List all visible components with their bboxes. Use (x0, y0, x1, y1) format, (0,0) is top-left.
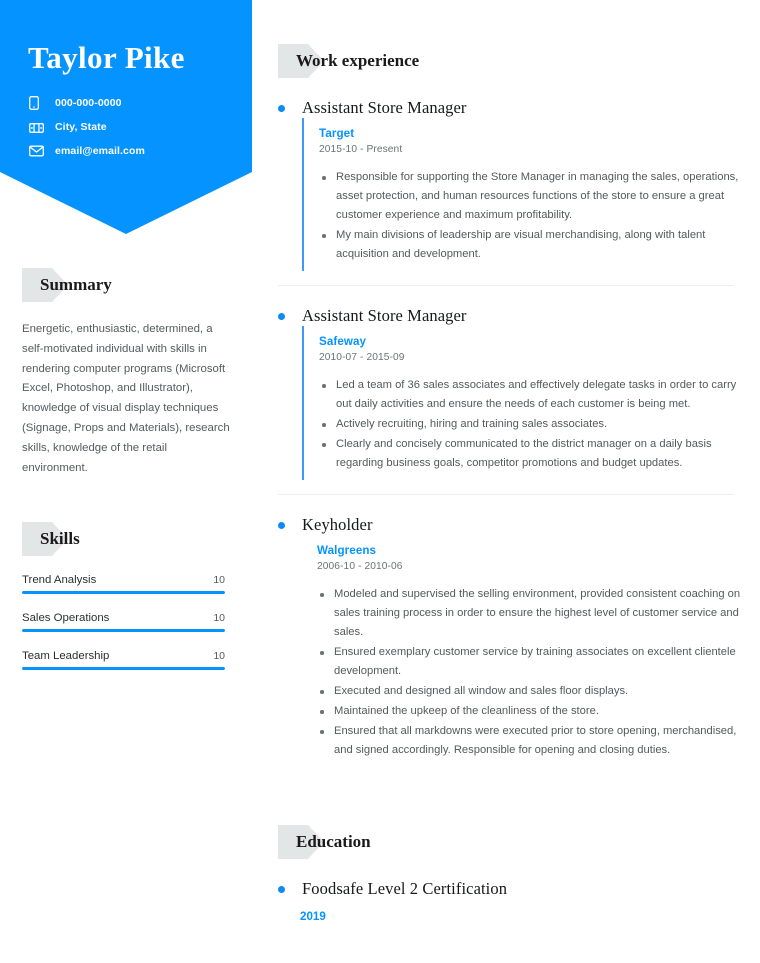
work-entry-body: Safeway 2010-07 - 2015-09 Led a team of … (302, 326, 746, 480)
phone-text: 000-000-0000 (55, 97, 122, 109)
bullet-icon (278, 521, 285, 529)
contact-row-email[interactable]: email@email.com (29, 140, 239, 162)
work-entry-point: My main divisions of leadership are visu… (319, 226, 746, 264)
skill-bar-track (22, 667, 225, 670)
work-entry-title-row: Assistant Store Manager (278, 98, 746, 118)
summary-text: Energetic, enthusiastic, determined, a s… (22, 323, 230, 474)
bullet-icon (278, 312, 285, 320)
work-entry-points: Responsible for supporting the Store Man… (319, 168, 746, 264)
work-entry-date: 2015-10 - Present (319, 144, 403, 155)
work-entry-point: Ensured that all markdowns were executed… (317, 722, 746, 760)
work-entry-body: Walgreens 2006-10 - 2010-06 Modeled and … (302, 535, 746, 767)
skill-item: Trend Analysis 10 (22, 574, 225, 594)
work-entry-company: Walgreens (317, 544, 377, 557)
entry-divider (278, 494, 734, 495)
work-entry-title: Keyholder (302, 515, 373, 534)
skills-heading-tag: Skills (22, 522, 80, 556)
email-icon (29, 144, 46, 158)
work-entry: Keyholder Walgreens 2006-10 - 2010-06 Mo… (278, 515, 760, 767)
summary-heading-label: Summary (40, 275, 112, 294)
work-entry: Assistant Store Manager Target 2015-10 -… (278, 98, 760, 271)
work-entry-point: Modeled and supervised the selling envir… (317, 585, 746, 642)
work-entry-point: Ensured exemplary customer service by tr… (317, 643, 746, 681)
contact-row-phone[interactable]: 000-000-0000 (29, 92, 239, 114)
location-icon (29, 120, 46, 134)
work-entry-date: 2010-07 - 2015-09 (319, 352, 405, 363)
candidate-name: Taylor Pike (28, 40, 185, 75)
skill-name: Trend Analysis (22, 574, 97, 586)
skills-heading-label: Skills (40, 529, 80, 548)
work-entry-points: Led a team of 36 sales associates and ef… (319, 376, 746, 473)
education-section: Education Foodsafe Level 2 Certification… (252, 825, 760, 923)
skill-bar-fill (22, 591, 225, 594)
skill-row: Sales Operations 10 (22, 612, 225, 624)
work-entry-title-row: Keyholder (278, 515, 746, 535)
entry-divider (278, 285, 734, 286)
resume-page: Taylor Pike 000-000-0000 City, State ema… (0, 0, 760, 963)
education-entry: Foodsafe Level 2 Certification (278, 879, 760, 899)
summary-heading-tag: Summary (22, 268, 112, 302)
education-heading-label: Education (296, 832, 371, 851)
work-entry-point: Executed and designed all window and sal… (317, 682, 746, 701)
education-entry-title-row: Foodsafe Level 2 Certification (278, 879, 746, 899)
work-entry-title-row: Assistant Store Manager (278, 306, 746, 326)
contact-list: 000-000-0000 City, State email@email.com (29, 92, 239, 164)
education-entry-title: Foodsafe Level 2 Certification (302, 879, 508, 898)
skill-bar-fill (22, 629, 225, 632)
phone-icon (29, 96, 46, 110)
work-entry-title: Assistant Store Manager (302, 306, 467, 325)
work-entry-point: Maintained the upkeep of the cleanliness… (317, 702, 746, 721)
work-entry: Assistant Store Manager Safeway 2010-07 … (278, 306, 760, 480)
work-entry-point: Clearly and concisely communicated to th… (319, 435, 746, 473)
work-entry-point: Actively recruiting, hiring and training… (319, 415, 746, 434)
work-entry-title: Assistant Store Manager (302, 98, 467, 117)
work-entry-company: Target (319, 127, 355, 140)
skill-name: Team Leadership (22, 650, 110, 662)
skill-score: 10 (213, 612, 225, 624)
skill-name: Sales Operations (22, 612, 110, 624)
skill-row: Team Leadership 10 (22, 650, 225, 662)
work-entry-point: Responsible for supporting the Store Man… (319, 168, 746, 225)
main-content: Work experience Assistant Store Manager … (252, 0, 760, 963)
skill-bar-fill (22, 667, 225, 670)
work-entry-company: Safeway (319, 335, 367, 348)
skill-row: Trend Analysis 10 (22, 574, 225, 586)
work-experience-section: Work experience Assistant Store Manager … (252, 0, 760, 767)
skill-score: 10 (213, 574, 225, 586)
bullet-icon (278, 885, 285, 893)
skill-score: 10 (213, 650, 225, 662)
work-entry-body: Target 2015-10 - Present Responsible for… (302, 118, 746, 271)
email-text: email@email.com (55, 145, 145, 157)
work-heading-tag: Work experience (278, 44, 760, 78)
skill-item: Team Leadership 10 (22, 650, 225, 670)
work-entry-points: Modeled and supervised the selling envir… (317, 585, 746, 760)
education-heading-tag: Education (278, 825, 760, 859)
skills-section: Skills Trend Analysis 10 Sales Operation… (22, 522, 225, 670)
skill-bar-track (22, 591, 225, 594)
education-entry-year: 2019 (300, 910, 326, 923)
contact-row-location[interactable]: City, State (29, 116, 239, 138)
work-heading-label: Work experience (296, 51, 420, 70)
sidebar: Taylor Pike 000-000-0000 City, State ema… (0, 0, 252, 963)
work-entry-point: Led a team of 36 sales associates and ef… (319, 376, 746, 414)
bullet-icon (278, 104, 285, 112)
skill-item: Sales Operations 10 (22, 612, 225, 632)
summary-section: Summary Energetic, enthusiastic, determi… (22, 268, 232, 478)
skill-bar-track (22, 629, 225, 632)
location-text: City, State (55, 121, 107, 133)
work-entry-date: 2006-10 - 2010-06 (317, 561, 403, 572)
